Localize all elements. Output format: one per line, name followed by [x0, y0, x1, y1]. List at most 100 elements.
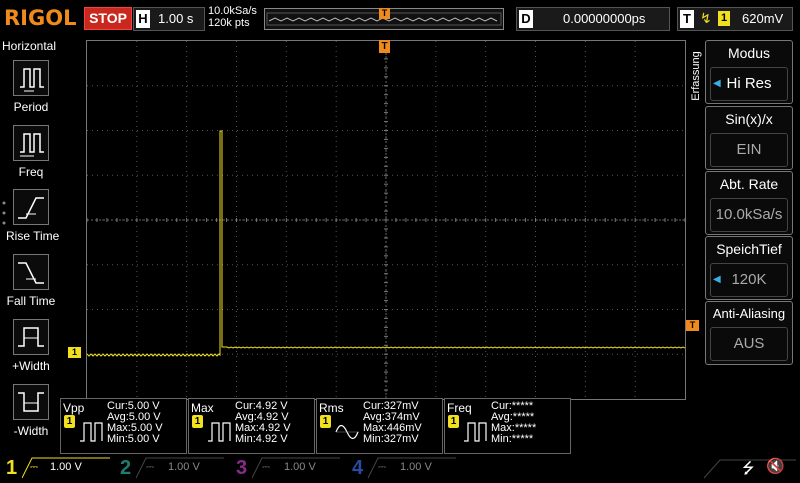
memory-points: 120k pts: [208, 17, 250, 29]
square-wave-icon: [208, 422, 231, 442]
channel-1-number: 1: [6, 457, 18, 479]
measurement-vpp[interactable]: Vpp 1 Cur:5.00 V Avg:5.00 V Max:5.00 V M…: [60, 398, 187, 454]
speichtief-value-field: ◀ 120K: [710, 263, 788, 297]
modus-title: Modus: [727, 45, 771, 61]
rising-edge-icon: ↯: [700, 10, 712, 26]
modus-left-arrow-icon: ◀: [713, 78, 721, 89]
abt-rate-button[interactable]: Abt. Rate 10.0kSa/s: [705, 171, 793, 235]
rigol-logo: RIGOL: [4, 6, 77, 30]
modus-value-field: ◀ Hi Res: [710, 67, 788, 101]
speichtief-title: SpeichTief: [716, 241, 782, 257]
memory-overview-bar[interactable]: T: [264, 8, 504, 30]
channel-3-status[interactable]: 3 ⎓ 1.00 V: [232, 456, 344, 480]
sinx-value: EIN: [710, 133, 788, 167]
fall-time-label: Fall Time: [6, 294, 56, 308]
trigger-level: 620mV: [742, 11, 784, 26]
rise-time-label: Rise Time: [6, 229, 60, 243]
timebase-box[interactable]: H 1.00 s: [133, 7, 205, 31]
speichtief-button[interactable]: SpeichTief ◀ 120K: [705, 236, 793, 300]
channel-3-number: 3: [236, 457, 248, 479]
measure-period-button[interactable]: Period: [6, 60, 56, 114]
channel-3-scale: 1.00 V: [284, 461, 316, 473]
channel-4-coupling-icon: ⎓: [378, 462, 386, 473]
trigger-position-marker-top: T: [379, 8, 390, 19]
measurement-channel-badge: 1: [64, 415, 75, 428]
modus-button[interactable]: Modus ◀ Hi Res: [705, 40, 793, 104]
period-label: Period: [13, 100, 49, 114]
measurement-min: Min:4.92 V: [235, 433, 288, 445]
measurement-name: Vpp: [63, 401, 85, 415]
speichtief-value: 120K: [731, 271, 767, 288]
measure-freq-button[interactable]: Freq: [6, 125, 56, 179]
sinx-title: Sin(x)/x: [725, 111, 773, 127]
speichtief-left-arrow-icon: ◀: [713, 274, 721, 285]
run-stop-button[interactable]: STOP: [84, 7, 132, 30]
usb-icon: ⭍: [742, 460, 755, 477]
channel-2-coupling-icon: ⎓: [146, 462, 154, 473]
sinx-button[interactable]: Sin(x)/x EIN: [705, 106, 793, 170]
acquisition-info: 10.0kSa/s 120k pts: [208, 5, 257, 29]
speaker-muted-icon[interactable]: 🔇: [766, 457, 785, 475]
abt-rate-value: 10.0kSa/s: [710, 198, 788, 232]
erfassung-section-tab: Erfassung: [688, 40, 704, 124]
anti-aliasing-button[interactable]: Anti-Aliasing AUS: [705, 301, 793, 365]
fall-time-icon: [13, 254, 49, 290]
channel-2-number: 2: [120, 457, 132, 479]
horizontal-letter: H: [136, 10, 150, 28]
trigger-position-marker[interactable]: T: [379, 40, 390, 53]
abt-rate-title: Abt. Rate: [719, 176, 779, 192]
left-scroll-dots[interactable]: [2, 200, 6, 230]
measurement-rms[interactable]: Rms 1 Cur:327mV Avg:374mV Max:446mV Min:…: [316, 398, 443, 454]
timebase-value: 1.00 s: [158, 11, 194, 26]
freq-label: Freq: [18, 165, 44, 179]
left-menu-title: Horizontal: [2, 39, 57, 53]
channel-1-status[interactable]: 1 ⎓ 1.00 V: [0, 456, 112, 480]
measurement-channel-badge: 1: [192, 415, 203, 428]
measurement-channel-badge: 1: [320, 415, 331, 428]
delay-box[interactable]: D 0.00000000ps: [516, 7, 670, 31]
measurement-min: Min:5.00 V: [107, 433, 160, 445]
measurement-name: Freq: [447, 401, 472, 415]
sine-wave-icon: [335, 424, 359, 440]
anti-aliasing-title: Anti-Aliasing: [712, 306, 786, 321]
channel-1-scale: 1.00 V: [50, 461, 82, 473]
channel-4-scale: 1.00 V: [400, 461, 432, 473]
channel-2-scale: 1.00 V: [168, 461, 200, 473]
trigger-box[interactable]: T ↯ 1 620mV: [677, 7, 793, 31]
sample-rate: 10.0kSa/s: [208, 5, 257, 17]
delay-letter: D: [519, 10, 533, 28]
modus-value: Hi Res: [726, 75, 772, 92]
measure-fall-time-button[interactable]: Fall Time: [6, 254, 56, 308]
period-icon: [13, 60, 49, 96]
channel1-offset-marker[interactable]: 1: [68, 347, 81, 358]
waveform-display[interactable]: [86, 40, 686, 400]
freq-icon: [13, 125, 49, 161]
plus-width-label: +Width: [12, 359, 50, 373]
erfassung-label: Erfassung: [690, 51, 702, 101]
rise-time-icon: [13, 189, 49, 225]
plus-width-icon: [13, 319, 49, 355]
minus-width-icon: [13, 384, 49, 420]
measurement-name: Rms: [319, 401, 344, 415]
channel-4-status[interactable]: 4 ⎓ 1.00 V: [348, 456, 460, 480]
square-wave-icon: [80, 422, 103, 442]
channel-3-coupling-icon: ⎓: [262, 462, 270, 473]
square-wave-icon: [464, 422, 487, 442]
measure-plus-width-button[interactable]: +Width: [6, 319, 56, 373]
anti-aliasing-value: AUS: [710, 327, 788, 361]
delay-value: 0.00000000ps: [563, 11, 646, 26]
graticule: [87, 41, 685, 399]
measurement-max[interactable]: Max 1 Cur:4.92 V Avg:4.92 V Max:4.92 V M…: [188, 398, 315, 454]
measure-minus-width-button[interactable]: -Width: [6, 384, 56, 438]
measurement-min: Min:327mV: [363, 433, 419, 445]
trigger-source-badge: 1: [718, 11, 730, 26]
minus-width-label: -Width: [13, 424, 49, 438]
measurement-freq[interactable]: Freq 1 Cur:***** Avg:***** Max:***** Min…: [444, 398, 571, 454]
measurement-name: Max: [191, 401, 214, 415]
channel-4-number: 4: [352, 457, 364, 479]
trigger-level-marker[interactable]: T: [686, 320, 699, 331]
measure-rise-time-button[interactable]: Rise Time: [6, 189, 60, 243]
channel-1-coupling-icon: ⎓: [30, 462, 38, 473]
measurement-channel-badge: 1: [448, 415, 459, 428]
channel-2-status[interactable]: 2 ⎓ 1.00 V: [116, 456, 228, 480]
